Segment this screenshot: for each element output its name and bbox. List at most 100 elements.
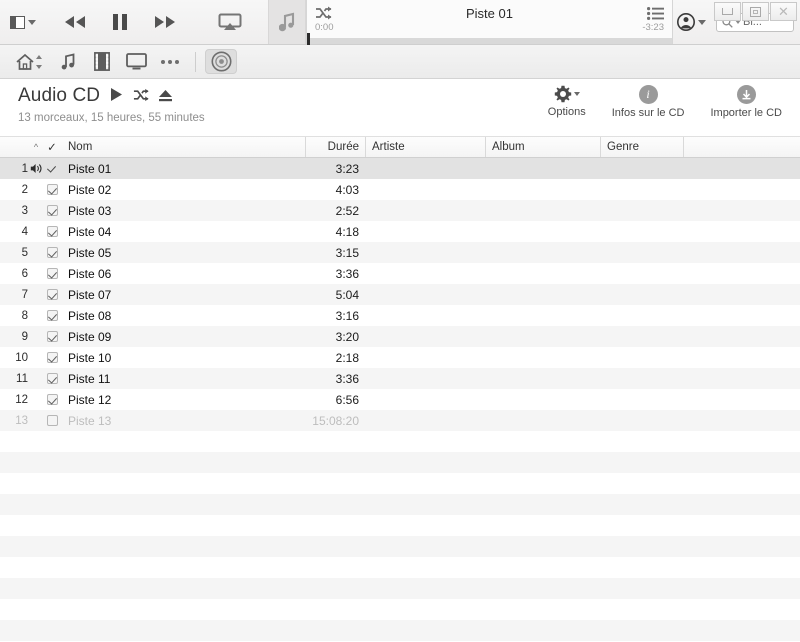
empty-row [0, 536, 800, 557]
track-number: 6 [21, 267, 28, 280]
track-number: 3 [21, 204, 28, 217]
table-row[interactable]: 6 Piste 06 3:36 [0, 263, 800, 284]
track-check-cell[interactable] [44, 331, 60, 342]
track-checkbox[interactable] [46, 226, 58, 237]
column-header-album[interactable]: Album [485, 137, 600, 157]
nav-item-audio-cd[interactable] [205, 49, 237, 74]
empty-row [0, 431, 800, 452]
progress-playhead[interactable] [307, 33, 310, 45]
track-checkbox[interactable] [46, 394, 58, 405]
close-icon: ✕ [778, 3, 789, 19]
column-header-name[interactable]: Nom [60, 137, 305, 157]
track-checkbox[interactable] [46, 310, 58, 321]
track-checkbox[interactable] [46, 352, 58, 363]
track-checkbox[interactable] [46, 184, 58, 195]
track-duration: 4:18 [335, 224, 359, 239]
nav-item-movies[interactable] [86, 49, 118, 74]
track-check-cell[interactable] [44, 352, 60, 363]
track-name: Piste 02 [68, 182, 112, 197]
music-note-tab[interactable] [268, 0, 306, 44]
now-playing-display[interactable]: Piste 01 0:00 -3:23 [306, 0, 673, 45]
cd-info-label: Infos sur le CD [611, 107, 685, 119]
maximize-button[interactable] [742, 2, 769, 21]
track-check-cell[interactable] [44, 205, 60, 216]
nav-item-tv[interactable] [120, 49, 152, 74]
sidebar-icon [10, 15, 25, 29]
window-controls: ✕ [714, 2, 797, 21]
table-row[interactable]: 1 Piste 01 3:23 [0, 158, 800, 179]
table-row[interactable]: 7 Piste 07 5:04 [0, 284, 800, 305]
play-pause-button[interactable] [110, 12, 130, 32]
track-number: 5 [21, 246, 28, 259]
column-header-artist[interactable]: Artiste [365, 137, 485, 157]
empty-row [0, 557, 800, 578]
shuffle-icon[interactable] [315, 6, 332, 20]
previous-button[interactable] [62, 14, 88, 30]
track-check-cell[interactable] [44, 415, 60, 426]
track-number: 9 [21, 330, 28, 343]
table-row[interactable]: 13 Piste 13 15:08:20 [0, 410, 800, 431]
track-number: 7 [21, 288, 28, 301]
column-header-duration[interactable]: Durée [305, 137, 365, 157]
nav-item-music[interactable] [52, 49, 84, 74]
track-checkbox[interactable] [46, 415, 58, 426]
import-cd-button[interactable]: Importer le CD [710, 85, 782, 119]
chevron-down-icon [698, 19, 706, 25]
track-checkbox[interactable] [46, 247, 58, 258]
nav-item-more[interactable] [154, 49, 186, 74]
table-row[interactable]: 5 Piste 05 3:15 [0, 242, 800, 263]
column-header-genre[interactable]: Genre [600, 137, 683, 157]
track-check-cell[interactable] [44, 394, 60, 405]
minimize-button[interactable] [714, 2, 741, 21]
table-row[interactable]: 11 Piste 11 3:36 [0, 368, 800, 389]
column-header-sort[interactable]: ^ [28, 137, 44, 157]
page-title: Audio CD [18, 85, 101, 106]
table-row[interactable]: 9 Piste 09 3:20 [0, 326, 800, 347]
track-check-cell[interactable] [44, 268, 60, 279]
track-check-cell[interactable] [44, 226, 60, 237]
sidebar-toggle-button[interactable] [10, 15, 36, 29]
track-number: 10 [15, 351, 28, 364]
track-check-cell[interactable] [44, 310, 60, 321]
nav-divider [195, 51, 196, 72]
track-check-cell[interactable] [44, 247, 60, 258]
table-row[interactable]: 10 Piste 10 2:18 [0, 347, 800, 368]
close-button[interactable]: ✕ [770, 2, 797, 21]
table-row[interactable]: 12 Piste 12 6:56 [0, 389, 800, 410]
remaining-time: -3:23 [642, 22, 664, 33]
play-icon[interactable] [109, 87, 124, 105]
track-number: 8 [21, 309, 28, 322]
elapsed-time: 0:00 [315, 22, 334, 33]
column-header-check[interactable]: ✓ [44, 137, 60, 157]
track-check-cell[interactable] [44, 289, 60, 300]
track-duration: 3:20 [335, 329, 359, 344]
track-check-cell[interactable] [44, 184, 60, 195]
track-checkbox[interactable] [46, 205, 58, 216]
track-check-cell[interactable] [44, 373, 60, 384]
column-header-number [0, 137, 28, 157]
info-icon: i [638, 85, 658, 104]
shuffle-icon[interactable] [133, 88, 149, 105]
options-button[interactable]: Options [548, 85, 586, 119]
track-checkbox[interactable] [46, 373, 58, 384]
track-check-cell[interactable] [44, 163, 60, 174]
track-list[interactable]: 1 Piste 01 3:23 2 Piste 02 4:03 3 Piste 03 2:52 4… [0, 158, 800, 642]
track-checkbox[interactable] [46, 268, 58, 279]
title-bar: Piste 01 0:00 -3:23 Bi... ✕ [0, 0, 800, 45]
up-next-icon[interactable] [647, 6, 664, 20]
track-checkbox[interactable] [47, 163, 58, 174]
account-button[interactable] [677, 13, 706, 31]
table-row[interactable]: 8 Piste 08 3:16 [0, 305, 800, 326]
table-row[interactable]: 2 Piste 02 4:03 [0, 179, 800, 200]
eject-icon[interactable] [158, 88, 173, 105]
chevron-down-icon [28, 19, 36, 25]
cd-info-button[interactable]: i Infos sur le CD [611, 85, 685, 119]
track-checkbox[interactable] [46, 331, 58, 342]
nav-item-home[interactable] [10, 49, 50, 74]
next-button[interactable] [152, 14, 178, 30]
track-checkbox[interactable] [46, 289, 58, 300]
airplay-icon[interactable] [218, 13, 242, 31]
table-row[interactable]: 4 Piste 04 4:18 [0, 221, 800, 242]
progress-bar[interactable] [307, 33, 672, 45]
table-row[interactable]: 3 Piste 03 2:52 [0, 200, 800, 221]
